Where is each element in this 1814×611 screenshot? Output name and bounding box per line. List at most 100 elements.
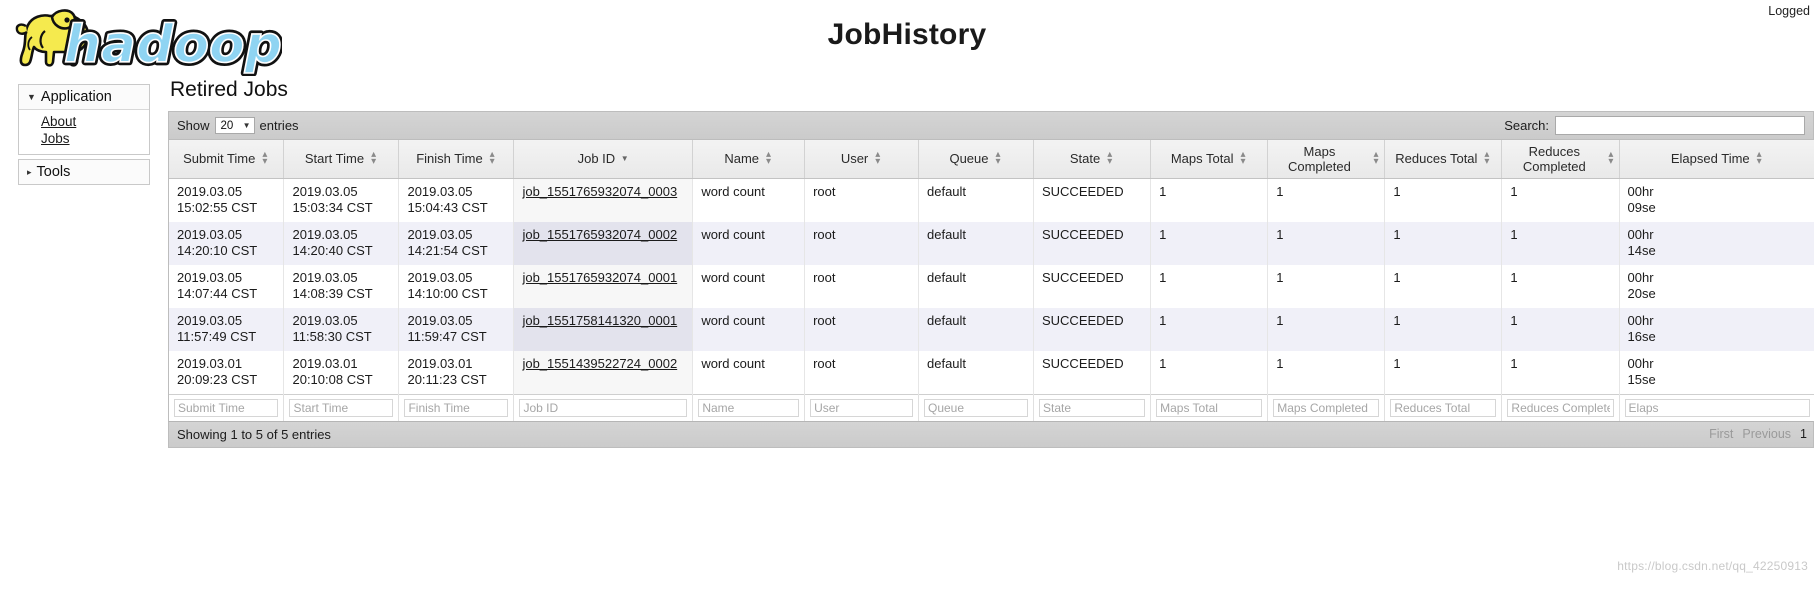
main-content: Retired Jobs Show 20 ▼ entries Search: S…: [168, 78, 1814, 448]
sidebar-block-tools: ▸ Tools: [18, 159, 150, 185]
time-text: 11:59:47 CST: [407, 328, 487, 344]
filter-cell: [513, 393, 694, 421]
filter-cell: [1501, 393, 1620, 421]
filter-input-reduces_total[interactable]: [1390, 398, 1497, 417]
cell-user: root: [804, 264, 919, 308]
sort-both-icon: ▴ ▾: [1373, 149, 1379, 168]
column-header-state[interactable]: State ▴ ▾: [1033, 140, 1152, 179]
filter-input-submit_time[interactable]: [174, 398, 279, 417]
pagination-first[interactable]: First: [1709, 427, 1733, 441]
cell-name: word count: [692, 350, 806, 394]
filter-cell: [1150, 393, 1269, 421]
sort-both-icon: ▴ ▾: [489, 149, 495, 168]
column-header-user[interactable]: User ▴ ▾: [804, 140, 919, 179]
cell-finish-time: 2019.03.01 20:11:23 CST: [398, 350, 515, 394]
watermark: https://blog.csdn.net/qq_42250913: [1617, 559, 1808, 573]
cell-elapsed-time: 00hr 15se: [1619, 350, 1814, 394]
filter-input-finish_time[interactable]: [404, 398, 509, 417]
filter-cell: [1619, 393, 1814, 421]
cell-maps-completed: 1: [1267, 264, 1386, 308]
jobhistory-page: hadoop hadoop JobHistory Logged ▼ Applic…: [0, 0, 1814, 611]
job-id-link[interactable]: job_1551765932074_0002: [522, 227, 677, 242]
retired-jobs-table: Submit Time ▴ ▾ Start Time ▴ ▾ Finish Time ▴ ▾ Jo…: [169, 140, 1814, 421]
time-text: 14:21:54 CST: [407, 242, 488, 258]
job-id-link[interactable]: job_1551765932074_0001: [522, 270, 677, 285]
column-header-maps_completed[interactable]: Maps Completed ▴ ▾: [1267, 140, 1386, 179]
time-text: 15:03:34 CST: [292, 199, 373, 215]
pagination-page-1[interactable]: 1: [1800, 427, 1807, 441]
filter-input-maps_completed[interactable]: [1273, 398, 1380, 417]
search-input[interactable]: [1555, 116, 1805, 135]
search-control: Search:: [1504, 116, 1805, 135]
column-header-elapsed_time[interactable]: Elapsed Time ▴ ▾: [1619, 140, 1814, 179]
cell-name: word count: [692, 307, 806, 351]
filter-cell: [1384, 393, 1503, 421]
show-label: Show: [177, 118, 210, 133]
pagination-previous[interactable]: Previous: [1742, 427, 1791, 441]
page-length-select[interactable]: 20 ▼: [214, 117, 255, 134]
sidebar-items-application: About Jobs: [19, 110, 149, 154]
filter-input-reduces_completed[interactable]: [1507, 398, 1614, 417]
table-head: Submit Time ▴ ▾ Start Time ▴ ▾ Finish Time ▴ ▾ Jo…: [169, 140, 1814, 179]
cell-reduces-total: 1: [1384, 307, 1503, 351]
cell-maps-completed: 1: [1267, 307, 1386, 351]
cell-maps-total: 1: [1150, 307, 1269, 351]
column-header-queue[interactable]: Queue ▴ ▾: [918, 140, 1034, 179]
column-header-submit_time[interactable]: Submit Time ▴ ▾: [169, 140, 285, 179]
column-header-reduces_completed[interactable]: Reduces Completed ▴ ▾: [1501, 140, 1620, 179]
sort-both-icon: ▴ ▾: [875, 149, 881, 168]
filter-input-name[interactable]: [698, 398, 800, 417]
table-filter-row: [169, 393, 1814, 421]
time-text: 14:20:40 CST: [292, 242, 373, 258]
column-header-label: State: [1069, 151, 1101, 167]
elapsed-line-1: 00hr: [1627, 226, 1654, 242]
date-text: 2019.03.05: [177, 312, 243, 328]
table-row: 2019.03.05 11:57:49 CST 2019.03.05 11:58:30…: [169, 307, 1814, 351]
sidebar-header-label: Tools: [36, 164, 71, 180]
filter-cell: [1033, 393, 1152, 421]
date-text: 2019.03.05: [177, 183, 243, 199]
column-header-name[interactable]: Name ▴ ▾: [692, 140, 806, 179]
filter-input-maps_total[interactable]: [1156, 398, 1263, 417]
date-text: 2019.03.01: [292, 355, 358, 371]
sort-both-icon: ▴ ▾: [995, 149, 1001, 168]
job-id-link[interactable]: job_1551765932074_0003: [522, 184, 677, 199]
cell-reduces-total: 1: [1384, 178, 1503, 222]
cell-name: word count: [692, 178, 806, 222]
filter-input-elapsed_time[interactable]: [1624, 398, 1810, 417]
job-id-link[interactable]: job_1551439522724_0002: [522, 356, 677, 371]
column-header-maps_total[interactable]: Maps Total ▴ ▾: [1150, 140, 1269, 179]
column-header-finish_time[interactable]: Finish Time ▴ ▾: [398, 140, 515, 179]
filter-input-queue[interactable]: [924, 398, 1028, 417]
sidebar-header-application[interactable]: ▼ Application: [19, 85, 149, 110]
cell-start-time: 2019.03.05 14:20:40 CST: [283, 221, 400, 265]
sidebar-item-jobs[interactable]: Jobs: [41, 130, 149, 147]
column-header-reduces_total[interactable]: Reduces Total ▴ ▾: [1384, 140, 1503, 179]
cell-reduces-completed: 1: [1501, 264, 1620, 308]
column-header-job_id[interactable]: Job ID ▼: [513, 140, 694, 179]
sidebar-header-tools[interactable]: ▸ Tools: [19, 160, 149, 184]
cell-state: SUCCEEDED: [1033, 264, 1152, 308]
cell-submit-time: 2019.03.01 20:09:23 CST: [169, 350, 285, 394]
sidebar-header-label: Application: [40, 89, 112, 105]
date-text: 2019.03.01: [177, 355, 243, 371]
job-id-link[interactable]: job_1551758141320_0001: [522, 313, 677, 328]
column-header-label: Finish Time: [416, 151, 483, 167]
time-text: 20:09:23 CST: [177, 371, 258, 387]
cell-name: word count: [692, 221, 806, 265]
elapsed-line-2: 16se: [1627, 328, 1656, 344]
logged-in-label: Logged: [1768, 4, 1810, 18]
sort-both-icon: ▴ ▾: [766, 149, 772, 168]
column-header-start_time[interactable]: Start Time ▴ ▾: [283, 140, 400, 179]
elapsed-line-2: 09se: [1627, 199, 1656, 215]
filter-input-state[interactable]: [1038, 398, 1146, 417]
cell-submit-time: 2019.03.05 14:07:44 CST: [169, 264, 285, 308]
sidebar-item-about[interactable]: About: [41, 113, 149, 130]
filter-input-user[interactable]: [810, 398, 913, 417]
cell-reduces-completed: 1: [1501, 307, 1620, 351]
cell-queue: default: [918, 307, 1034, 351]
table-row: 2019.03.05 14:07:44 CST 2019.03.05 14:08:39…: [169, 264, 1814, 308]
cell-state: SUCCEEDED: [1033, 350, 1152, 394]
filter-input-start_time[interactable]: [289, 398, 394, 417]
filter-input-job_id[interactable]: [519, 398, 688, 417]
